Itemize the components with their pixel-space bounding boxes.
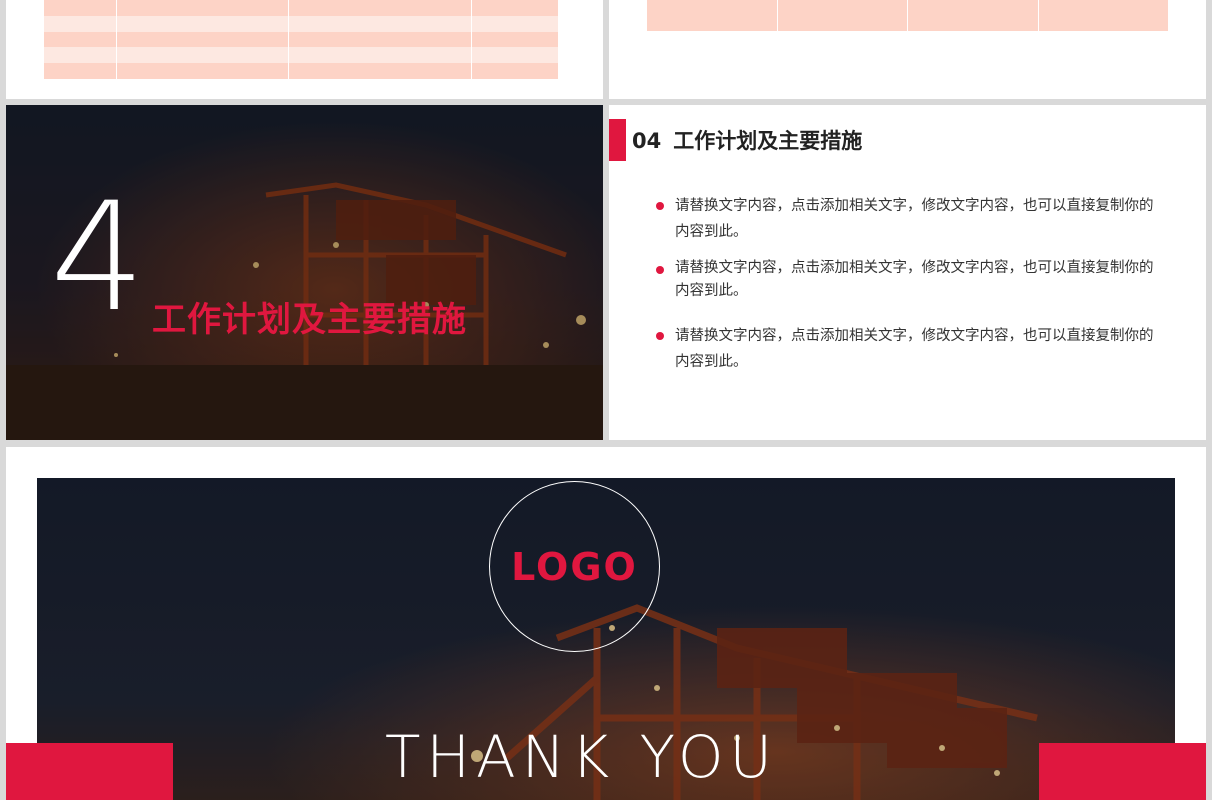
bullet-dot-icon bbox=[656, 266, 664, 274]
table-row bbox=[44, 63, 558, 79]
bullet-dot-icon bbox=[656, 332, 664, 340]
list-item: 请替换文字内容，点击添加相关文字，修改文字内容，也可以直接复制你的内容到此。 bbox=[655, 193, 1155, 245]
red-accent-block-left bbox=[6, 743, 173, 800]
logo-circle: LOGO bbox=[489, 481, 660, 652]
table-row bbox=[44, 0, 558, 16]
slide-table-right[interactable] bbox=[609, 0, 1206, 99]
content-title-text: 工作计划及主要措施 bbox=[673, 129, 863, 153]
section-number: 4 bbox=[50, 171, 145, 345]
slide-thank-you[interactable]: LOGO THANK YOU bbox=[6, 447, 1206, 800]
table-cell bbox=[1039, 0, 1169, 31]
table-row bbox=[44, 47, 558, 64]
thank-you-text: THANK YOU bbox=[385, 723, 778, 791]
logo-text: LOGO bbox=[511, 544, 638, 589]
red-accent-block-right bbox=[1039, 743, 1206, 800]
slide-table-left[interactable] bbox=[6, 0, 603, 99]
bullet-text: 请替换文字内容，点击添加相关文字，修改文字内容，也可以直接复制你的内容到此。 bbox=[675, 198, 1154, 240]
table-right bbox=[647, 0, 1168, 31]
content-title-number: 04 bbox=[632, 129, 662, 153]
section-title: 工作计划及主要措施 bbox=[152, 300, 467, 340]
table-cell bbox=[908, 0, 1039, 31]
bullet-dot-icon bbox=[656, 202, 664, 210]
bullet-text: 请替换文字内容，点击添加相关文字，修改文字内容，也可以直接复制你的内容到此。 bbox=[675, 328, 1154, 370]
table-row bbox=[44, 15, 558, 32]
bullet-list: 请替换文字内容，点击添加相关文字，修改文字内容，也可以直接复制你的内容到此。 请… bbox=[655, 193, 1155, 375]
table-row bbox=[44, 31, 558, 48]
title-accent-bar bbox=[609, 119, 626, 161]
bullet-text: 请替换文字内容，点击添加相关文字，修改文字内容，也可以直接复制你的内容到此。 bbox=[675, 260, 1154, 299]
slide-section-divider[interactable]: 4 工作计划及主要措施 bbox=[6, 105, 603, 440]
list-item: 请替换文字内容，点击添加相关文字，修改文字内容，也可以直接复制你的内容到此。 bbox=[655, 257, 1155, 303]
content-title: 04 工作计划及主要措施 bbox=[632, 125, 862, 155]
table-left bbox=[44, 0, 558, 79]
table-cell bbox=[778, 0, 908, 31]
table-cell bbox=[647, 0, 778, 31]
list-item: 请替换文字内容，点击添加相关文字，修改文字内容，也可以直接复制你的内容到此。 bbox=[655, 323, 1155, 375]
slide-content[interactable]: 04 工作计划及主要措施 请替换文字内容，点击添加相关文字，修改文字内容，也可以直… bbox=[609, 105, 1206, 440]
